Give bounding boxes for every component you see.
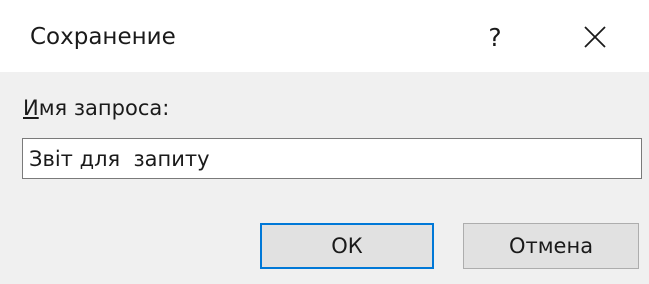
close-icon <box>584 26 606 48</box>
dialog-title: Сохранение <box>30 24 176 50</box>
query-name-label: Имя запроса: <box>23 94 169 122</box>
help-button[interactable]: ? <box>470 14 520 60</box>
query-name-input[interactable] <box>22 138 642 179</box>
close-button[interactable] <box>565 14 625 60</box>
label-access-key: И <box>23 96 39 120</box>
save-dialog: Сохранение ? Имя запроса: ОК Отмена <box>0 0 649 284</box>
label-text: мя запроса: <box>38 96 170 120</box>
title-bar: Сохранение ? <box>0 0 649 72</box>
cancel-button[interactable]: Отмена <box>463 223 639 269</box>
ok-button[interactable]: ОК <box>260 223 434 269</box>
